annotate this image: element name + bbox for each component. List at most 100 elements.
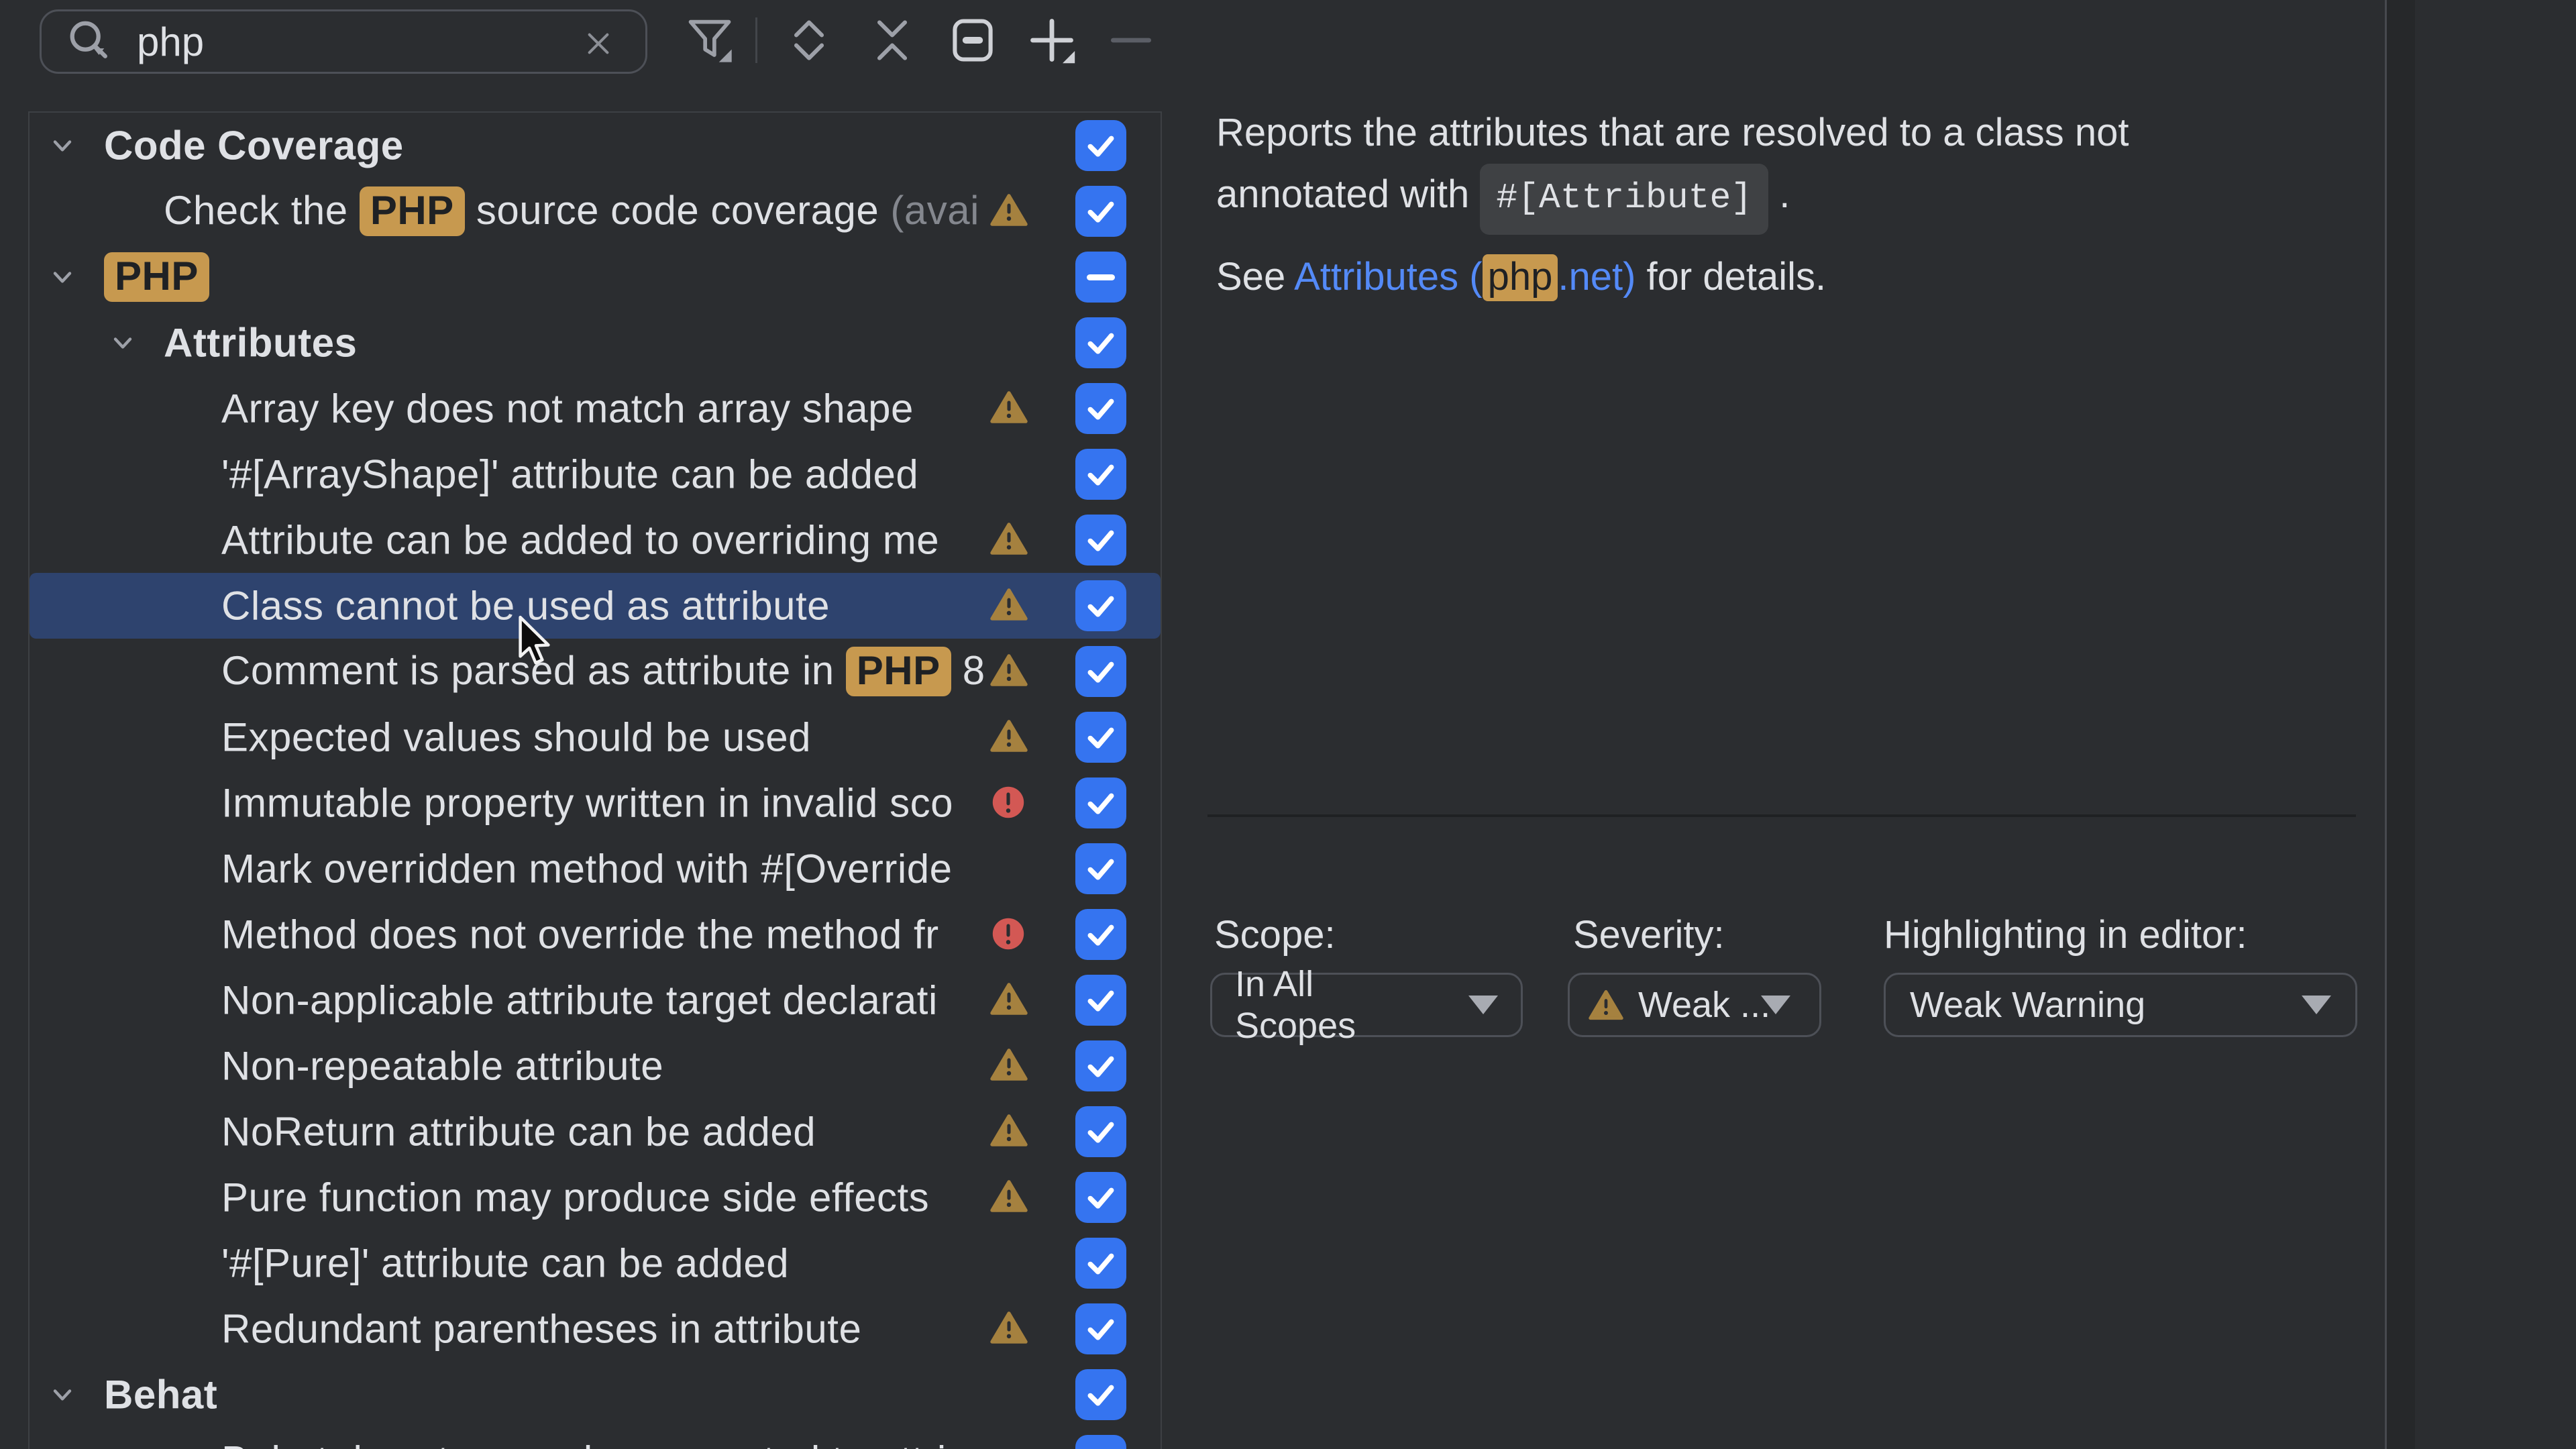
warning-icon <box>990 981 1028 1016</box>
expand-all-icon[interactable] <box>782 13 836 67</box>
tree-row[interactable]: Check the PHP source code coverage (avai <box>30 178 1161 244</box>
tree-row-label: PHP <box>104 252 209 302</box>
tree-row[interactable]: Comment is parsed as attribute in PHP 8 <box>30 639 1161 704</box>
tree-row[interactable]: Behat <box>30 1362 1161 1428</box>
search-match-badge: PHP <box>846 647 951 696</box>
inspection-checkbox[interactable] <box>1075 1106 1126 1157</box>
tree-row[interactable]: '#[ArrayShape]' attribute can be added <box>30 441 1161 507</box>
mouse-cursor-icon <box>512 614 551 673</box>
tree-row-selected[interactable]: Class cannot be used as attribute <box>30 573 1161 639</box>
tree-row[interactable]: Attributes <box>30 310 1161 376</box>
inspection-checkbox[interactable] <box>1075 515 1126 566</box>
dropdown-arrow-icon <box>2302 996 2331 1014</box>
tree-row[interactable]: Expected values should be used <box>30 704 1161 770</box>
scope-dropdown[interactable]: In All Scopes <box>1210 973 1523 1037</box>
search-value: php <box>137 19 204 65</box>
search-input[interactable]: php <box>40 9 647 74</box>
inspection-checkbox[interactable] <box>1075 120 1126 171</box>
search-match-badge: php <box>1483 254 1558 301</box>
filter-icon[interactable] <box>683 13 737 67</box>
tree-row-label: Non-applicable attribute target declarat… <box>221 977 938 1024</box>
tree-row[interactable]: '#[Pure]' attribute can be added <box>30 1230 1161 1296</box>
search-match-badge: PHP <box>104 252 209 302</box>
dialog-splitter[interactable] <box>2385 0 2387 1449</box>
inspection-checkbox[interactable] <box>1075 712 1126 763</box>
inspection-checkbox[interactable] <box>1075 1238 1126 1289</box>
collapse-all-icon[interactable] <box>865 13 919 67</box>
chevron-down-icon[interactable] <box>48 262 77 292</box>
tree-row-label: Attribute can be added to overriding me <box>221 517 939 564</box>
tree-row-label: Expected values should be used <box>221 714 811 761</box>
toolbar-separator <box>755 17 757 63</box>
see-suffix: for details. <box>1635 255 1826 299</box>
tree-row[interactable]: Code Coverage <box>30 113 1161 178</box>
error-icon <box>990 916 1026 952</box>
remove-inspection-icon[interactable] <box>1104 13 1158 67</box>
search-icon[interactable] <box>64 15 117 68</box>
detail-divider <box>1208 814 2356 817</box>
clear-search-icon[interactable] <box>582 28 614 60</box>
inspection-checkbox[interactable] <box>1075 975 1126 1026</box>
inspection-checkbox[interactable] <box>1075 1369 1126 1420</box>
tree-row-label: Redundant parentheses in attribute <box>221 1306 861 1352</box>
chevron-down-icon[interactable] <box>48 1380 77 1409</box>
inspection-checkbox[interactable] <box>1075 186 1126 237</box>
warning-icon <box>990 653 1028 688</box>
warning-icon <box>1589 989 1623 1021</box>
highlighting-dropdown[interactable]: Weak Warning <box>1884 973 2357 1037</box>
tree-row-label: Code Coverage <box>104 123 404 169</box>
tree-row[interactable]: Redundant parentheses in attribute <box>30 1296 1161 1362</box>
tree-row[interactable]: PHP <box>30 244 1161 310</box>
tree-row-label: Mark overridden method with #[Override <box>221 846 952 892</box>
right-edge-shade <box>2387 0 2415 1449</box>
tree-row[interactable]: Non-applicable attribute target declarat… <box>30 967 1161 1033</box>
tree-row[interactable]: Attribute can be added to overriding me <box>30 507 1161 573</box>
inspection-checkbox[interactable] <box>1075 777 1126 828</box>
tree-row-label: Comment is parsed as attribute in PHP 8 <box>221 647 985 696</box>
inspection-checkbox[interactable] <box>1075 1040 1126 1091</box>
inspection-description: Reports the attributes that are resolved… <box>1216 102 2129 235</box>
inspections-tree: Code Coverage Check the PHP source code c… <box>28 111 1161 1449</box>
tree-row[interactable]: Pure function may produce side effects <box>30 1165 1161 1230</box>
tree-row[interactable]: Non-repeatable attribute <box>30 1033 1161 1099</box>
tree-row[interactable]: Behat doc step can be converted to attri <box>30 1428 1161 1449</box>
highlighting-label: Highlighting in editor: <box>1884 912 2247 957</box>
description-line2-suffix: . <box>1768 172 1790 216</box>
chevron-down-icon[interactable] <box>48 131 77 160</box>
dropdown-arrow-icon <box>1761 996 1790 1014</box>
tree-row-label: '#[Pure]' attribute can be added <box>221 1240 789 1287</box>
inspection-checkbox[interactable] <box>1075 580 1126 631</box>
description-line2: annotated with <box>1216 172 1480 216</box>
inspection-checkbox[interactable] <box>1075 909 1126 960</box>
warning-icon <box>990 1113 1028 1148</box>
dropdown-arrow-icon <box>1468 996 1498 1014</box>
tree-row[interactable]: Immutable property written in invalid sc… <box>30 770 1161 836</box>
tree-row-label: Behat <box>104 1372 217 1418</box>
severity-dropdown[interactable]: Weak ... <box>1568 973 1821 1037</box>
attributes-doc-link[interactable]: Attributes (php.net) <box>1294 255 1635 299</box>
toggle-inspections-icon[interactable] <box>946 13 1000 67</box>
warning-icon <box>990 1179 1028 1214</box>
inspection-checkbox[interactable] <box>1075 252 1126 303</box>
tree-row-label: Non-repeatable attribute <box>221 1043 663 1089</box>
warning-icon <box>990 718 1028 753</box>
tree-row[interactable]: Array key does not match array shape <box>30 376 1161 441</box>
inspection-checkbox[interactable] <box>1075 449 1126 500</box>
code-chip: #[Attribute] <box>1480 164 1768 235</box>
inspection-checkbox[interactable] <box>1075 1303 1126 1354</box>
chevron-down-icon[interactable] <box>108 328 138 358</box>
tree-row[interactable]: NoReturn attribute can be added <box>30 1099 1161 1165</box>
inspection-checkbox[interactable] <box>1075 646 1126 697</box>
add-inspection-icon[interactable] <box>1025 13 1079 67</box>
tree-row[interactable]: Method does not override the method fr <box>30 902 1161 967</box>
panel-divider[interactable] <box>1161 111 1162 1449</box>
search-match-badge: PHP <box>360 186 465 236</box>
inspection-checkbox[interactable] <box>1075 383 1126 434</box>
inspection-checkbox[interactable] <box>1075 1435 1126 1449</box>
inspection-checkbox[interactable] <box>1075 1172 1126 1223</box>
tree-row[interactable]: Mark overridden method with #[Override <box>30 836 1161 902</box>
tree-row-label: NoReturn attribute can be added <box>221 1109 816 1155</box>
tree-row-label: Pure function may produce side effects <box>221 1175 929 1221</box>
inspection-checkbox[interactable] <box>1075 843 1126 894</box>
inspection-checkbox[interactable] <box>1075 317 1126 368</box>
